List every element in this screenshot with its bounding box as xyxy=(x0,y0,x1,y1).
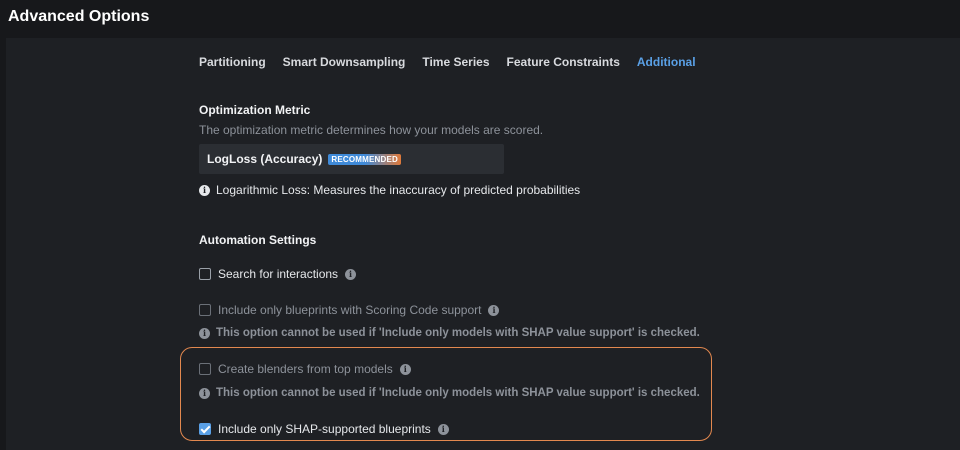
scoring-code-warning-text: This option cannot be used if 'Include o… xyxy=(216,327,700,339)
blenders-option: Create blenders from top models i xyxy=(199,362,411,376)
tab-smart-downsampling[interactable]: Smart Downsampling xyxy=(283,55,406,73)
info-icon[interactable]: i xyxy=(345,268,357,280)
info-icon[interactable]: i xyxy=(437,423,449,435)
left-gutter xyxy=(0,38,6,450)
automation-settings-heading: Automation Settings xyxy=(199,233,317,247)
scoring-code-warning: i This option cannot be used if 'Include… xyxy=(199,327,700,339)
shap-option: Include only SHAP-supported blueprints i xyxy=(199,422,449,436)
search-interactions-label: Search for interactions xyxy=(218,267,339,281)
search-interactions-option: Search for interactions i xyxy=(199,267,357,281)
tab-additional[interactable]: Additional xyxy=(637,55,696,73)
blenders-warning-text: This option cannot be used if 'Include o… xyxy=(216,387,700,399)
info-icon[interactable]: i xyxy=(399,363,411,375)
info-icon: i xyxy=(199,184,210,196)
search-interactions-checkbox[interactable] xyxy=(199,268,211,280)
title-bar: Advanced Options xyxy=(0,0,960,38)
scoring-code-option: Include only blueprints with Scoring Cod… xyxy=(199,303,500,317)
page-title: Advanced Options xyxy=(8,8,150,25)
tab-partitioning[interactable]: Partitioning xyxy=(199,55,266,73)
info-icon[interactable]: i xyxy=(488,304,500,316)
scoring-code-checkbox[interactable] xyxy=(199,304,211,316)
tab-feature-constraints[interactable]: Feature Constraints xyxy=(507,55,620,73)
info-icon: i xyxy=(199,387,210,399)
optimization-metric-select[interactable]: LogLoss (Accuracy) RECOMMENDED xyxy=(199,144,504,174)
metric-info: i Logarithmic Loss: Measures the inaccur… xyxy=(199,183,580,197)
scoring-code-label: Include only blueprints with Scoring Cod… xyxy=(218,303,482,317)
tab-time-series[interactable]: Time Series xyxy=(422,55,489,73)
selected-metric: LogLoss (Accuracy) xyxy=(207,152,323,166)
blenders-warning: i This option cannot be used if 'Include… xyxy=(199,387,700,399)
optimization-metric-description: The optimization metric determines how y… xyxy=(199,123,544,137)
recommended-badge: RECOMMENDED xyxy=(328,153,402,165)
blenders-label: Create blenders from top models xyxy=(218,362,393,376)
shap-checkbox[interactable] xyxy=(199,423,211,435)
optimization-metric-heading: Optimization Metric xyxy=(199,103,311,117)
tab-bar: Partitioning Smart Downsampling Time Ser… xyxy=(199,55,696,73)
shap-label: Include only SHAP-supported blueprints xyxy=(218,422,431,436)
metric-info-text: Logarithmic Loss: Measures the inaccurac… xyxy=(216,183,581,197)
blenders-checkbox[interactable] xyxy=(199,363,211,375)
info-icon: i xyxy=(199,327,210,339)
